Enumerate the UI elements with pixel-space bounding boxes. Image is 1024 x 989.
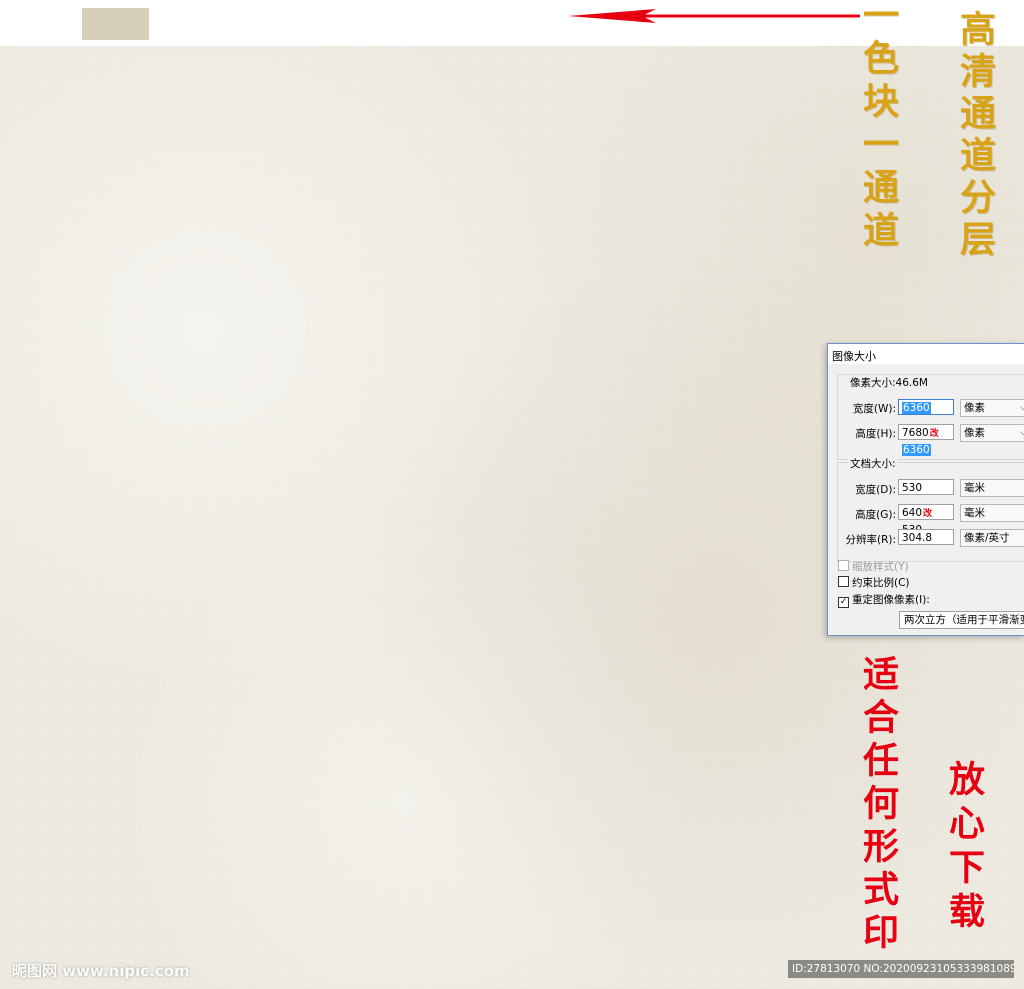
resolution-unit: 像素/英寸 <box>964 532 1010 544</box>
constrain-label: 约束比例(C) <box>852 577 910 589</box>
change-mark: 改 <box>923 509 933 519</box>
checkbox-icon <box>838 560 849 571</box>
constrain-proportions-checkbox[interactable]: 约束比例(C) <box>838 575 910 590</box>
id-watermark: ID:27813070 NO:20200923105333981089 <box>788 960 1014 978</box>
resample-checkbox[interactable]: ✓ 重定图像像素(I): <box>838 592 930 608</box>
checkbox-icon <box>838 576 849 587</box>
pixel-height-unit-select[interactable]: 像素 ⌵ <box>960 424 1024 442</box>
doc-width-unit-select[interactable]: 毫米 <box>960 479 1024 497</box>
change-mark: 改 <box>929 429 939 439</box>
scale-styles-label: 缩放样式(Y) <box>852 561 909 573</box>
image-size-dialog: 图像大小 像素大小:46.6M 宽度(W): 6360 像素 ⌵ 高度(H): … <box>827 343 1024 636</box>
doc-width-label: 宽度(D): <box>855 484 896 496</box>
pixel-width-label: 宽度(W): <box>852 403 896 415</box>
checkmark-icon: ✓ <box>838 597 849 608</box>
resolution-value: 304.8 <box>902 532 933 544</box>
doc-width-value: 530 <box>902 482 923 494</box>
site-watermark: 昵图网 www.nipic.com <box>12 962 190 980</box>
doc-height-label: 高度(G): <box>855 509 896 521</box>
doc-height-old: 640 <box>902 507 923 519</box>
pixel-height-value: 6360 <box>902 444 931 456</box>
resolution-label: 分辨率(R): <box>845 534 896 546</box>
chevron-down-icon: ⌵ <box>1020 403 1024 413</box>
doc-group-label: 文档大小: <box>848 456 898 471</box>
scale-styles-checkbox[interactable]: 缩放样式(Y) <box>838 559 909 574</box>
label-download: 放心下载 <box>943 760 985 936</box>
doc-height-unit: 毫米 <box>964 507 985 519</box>
label-single-channel: 一色块一通道 <box>857 0 899 254</box>
label-print-any: 适合任何形式印 <box>857 655 899 956</box>
doc-height-unit-select[interactable]: 毫米 <box>960 504 1024 522</box>
doc-height-input[interactable]: 640改530 <box>898 504 954 536</box>
label-hd-layered: 高清通道分层 <box>954 10 996 262</box>
dialog-title-bar[interactable]: 图像大小 <box>828 344 1024 364</box>
pixel-width-input[interactable]: 6360 <box>898 399 954 415</box>
pixel-height-label: 高度(H): <box>855 428 896 440</box>
pixel-height-unit: 像素 <box>964 427 985 439</box>
resolution-input[interactable]: 304.8 <box>898 529 954 545</box>
pixel-height-old: 7680 <box>902 427 929 439</box>
color-swatch <box>82 8 149 40</box>
pixel-width-unit: 像素 <box>964 402 985 414</box>
pixel-width-unit-select[interactable]: 像素 ⌵ <box>960 399 1024 417</box>
doc-width-unit: 毫米 <box>964 482 985 494</box>
resolution-unit-select[interactable]: 像素/英寸 <box>960 529 1024 547</box>
doc-width-input[interactable]: 530 <box>898 479 954 495</box>
dialog-title: 图像大小 <box>832 350 876 363</box>
left-arrow-icon <box>568 9 860 23</box>
resample-method-select[interactable]: 两次立方（适用于平滑渐变 <box>899 611 1024 629</box>
pixel-width-value: 6360 <box>902 402 931 414</box>
pixel-group-label: 像素大小:46.6M <box>848 375 930 390</box>
chevron-down-icon: ⌵ <box>1020 428 1024 438</box>
pixel-height-input[interactable]: 7680改 6360 <box>898 424 954 456</box>
resample-method: 两次立方（适用于平滑渐变 <box>904 614 1024 626</box>
resample-label: 重定图像像素(I): <box>852 594 930 606</box>
